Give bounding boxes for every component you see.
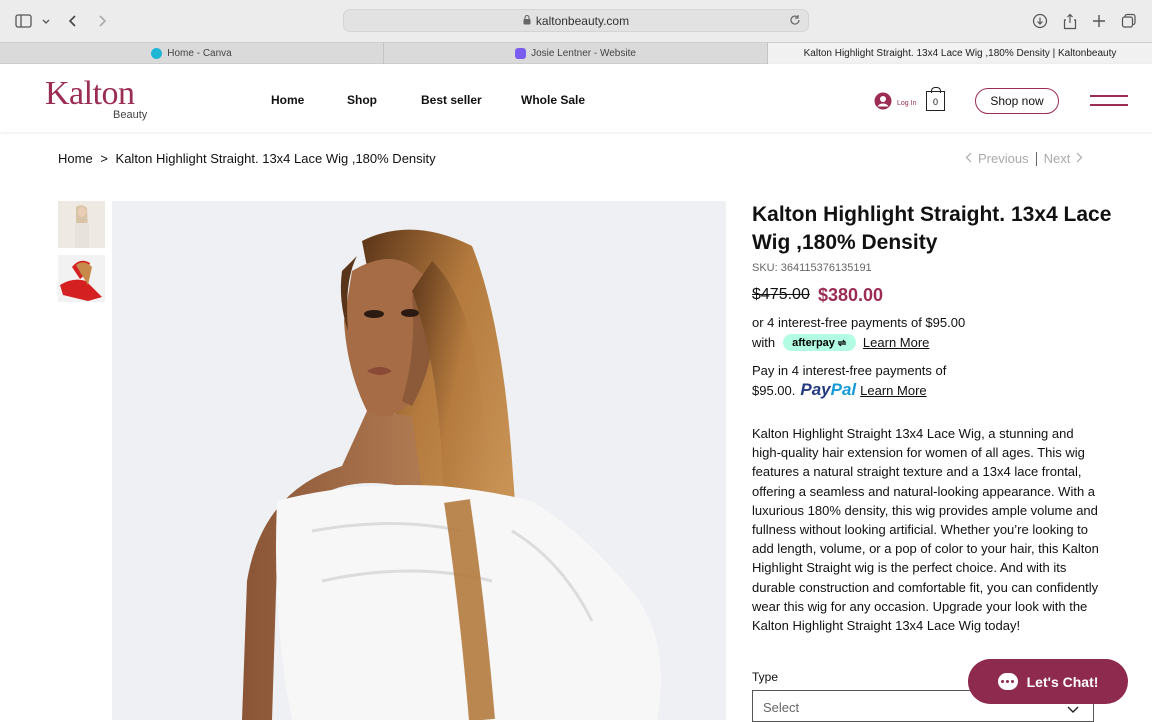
tab-canva[interactable]: Home - Canva [0,43,384,64]
type-label: Type [752,670,779,684]
breadcrumb: Home > Kalton Highlight Straight. 13x4 L… [58,151,436,166]
tab-website[interactable]: Josie Lentner - Website [384,43,768,64]
previous-link[interactable]: Previous [978,151,1029,166]
breadcrumb-home[interactable]: Home [58,151,93,166]
cart-icon[interactable]: 0 [926,87,945,111]
cart-count: 0 [932,97,938,107]
afterpay-badge-label: afterpay [792,336,835,349]
chevron-left-icon [965,151,972,166]
afterpay-learn-more-link[interactable]: Learn More [863,335,929,350]
logo-sub: Beauty [113,109,148,121]
share-icon[interactable] [1060,11,1080,31]
pager-divider [1035,151,1037,166]
paypal-amount: $95.00. [752,382,796,398]
chat-label: Let's Chat! [1026,673,1099,690]
nav-whole-sale[interactable]: Whole Sale [521,93,585,107]
tab-label: Home - Canva [167,48,232,59]
afterpay-badge: afterpay [783,334,856,351]
thumbnail-1[interactable] [58,201,105,248]
logo[interactable]: Kalton Beauty [45,76,155,124]
sale-price: $380.00 [818,285,884,305]
tab-label: Kalton Highlight Straight. 13x4 Lace Wig… [803,48,1117,59]
login-label: Log In [897,100,917,107]
url-text: kaltonbeauty.com [535,13,630,28]
product-main-image[interactable] [112,201,726,720]
paypal-row: $95.00. PayPal Learn More [752,380,927,400]
chevron-right-icon [1076,151,1083,166]
thumbnail-2[interactable] [58,255,105,302]
site-header: Kalton Beauty Home Shop Best seller Whol… [0,64,1152,132]
paypal-learn-more-link[interactable]: Learn More [860,383,926,398]
address-bar[interactable]: kaltonbeauty.com [343,9,809,32]
sidebar-toggle-icon[interactable] [14,11,34,31]
download-icon[interactable] [1030,11,1050,31]
canva-favicon-icon [151,48,163,59]
menu-icon[interactable] [1090,95,1128,107]
breadcrumb-current: Kalton Highlight Straight. 13x4 Lace Wig… [115,151,436,166]
forward-icon[interactable] [92,11,112,31]
nav-best-seller[interactable]: Best seller [421,93,482,107]
type-select-value: Select [763,700,800,715]
back-icon[interactable] [63,11,83,31]
afterpay-text: or 4 interest-free payments of $95.00 [752,315,966,330]
nav-shop[interactable]: Shop [347,93,377,107]
browser-toolbar: kaltonbeauty.com [0,0,1152,42]
chevron-down-icon[interactable] [36,11,56,31]
paypal-text: Pay in 4 interest-free payments of [752,363,947,378]
product-title: Kalton Highlight Straight. 13x4 Lace Wig… [752,203,1112,254]
paypal-logo: PayPal [800,380,857,399]
nav-home[interactable]: Home [271,93,304,107]
tab-label: Josie Lentner - Website [531,48,636,59]
afterpay-with: with [752,335,776,350]
original-price: $475.00 [752,286,810,303]
chevron-down-icon [1067,702,1079,717]
tab-bar: Home - Canva Josie Lentner - Website Kal… [0,42,1152,64]
tab-overview-icon[interactable] [1119,11,1139,31]
user-icon [874,92,892,115]
lock-icon [523,14,531,28]
product-description: Kalton Highlight Straight 13x4 Lace Wig,… [752,426,1099,634]
chat-button[interactable]: Let's Chat! [968,659,1128,704]
breadcrumb-separator: > [100,151,108,166]
reload-icon[interactable] [788,13,802,30]
product-sku: SKU: 364115376135191 [752,262,872,274]
logo-main: Kalton [45,75,135,112]
shop-now-button[interactable]: Shop now [975,88,1059,114]
new-tab-icon[interactable] [1089,11,1109,31]
login-button[interactable]: Log In [874,92,916,115]
tab-kalton[interactable]: Kalton Highlight Straight. 13x4 Lace Wig… [768,43,1152,64]
next-link[interactable]: Next [1044,151,1071,166]
afterpay-arrows-icon [837,339,847,346]
product-pager: Previous Next [965,151,1083,166]
website-favicon-icon [515,48,527,59]
chat-icon [997,673,1018,690]
afterpay-row: with afterpay Learn More [752,334,929,351]
